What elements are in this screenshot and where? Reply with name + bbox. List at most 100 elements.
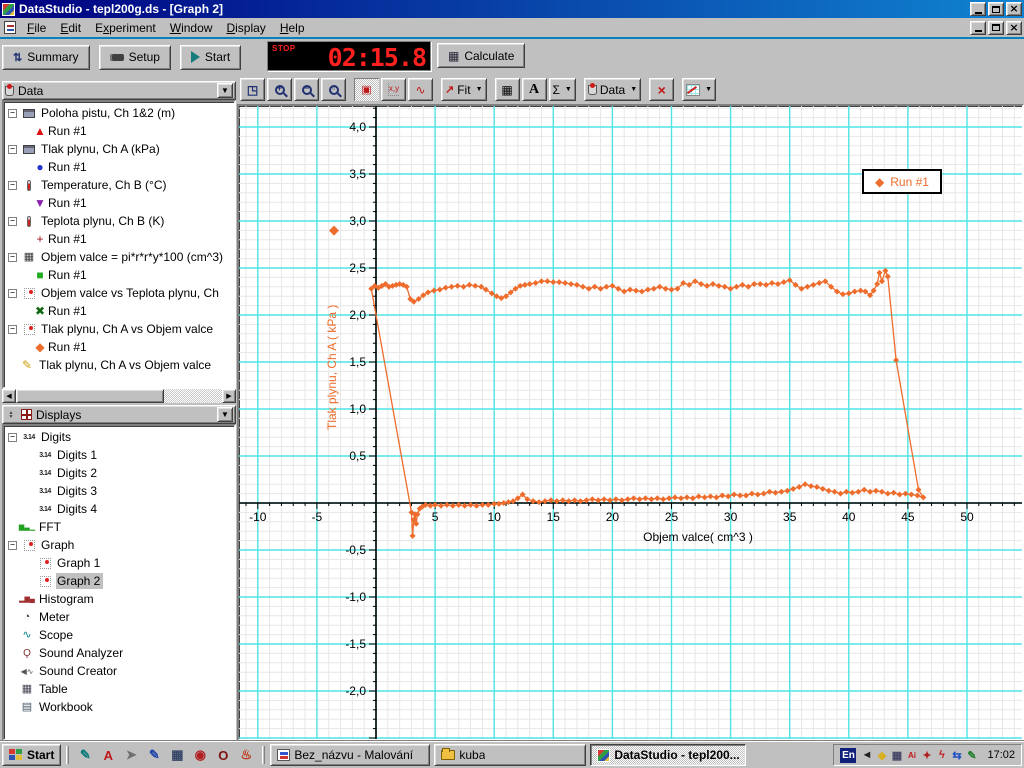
graph-settings-button[interactable]: ▼	[682, 78, 717, 101]
display-item-digits[interactable]: −3.14 Digits	[4, 428, 234, 446]
data-item-4[interactable]: − ▦ Objem valce = pi*r*r*y*100 (cm^3)	[4, 248, 234, 266]
app-minimize-button[interactable]	[970, 2, 986, 16]
menu-item-experiment[interactable]: Experiment	[88, 19, 163, 37]
tree-expander[interactable]: −	[8, 288, 17, 298]
quick-launch-pen-icon[interactable]: ✎	[143, 745, 165, 765]
datastudio-app-icon[interactable]	[2, 2, 15, 16]
display-item-fft[interactable]: ▆▃▁ FFT	[4, 518, 234, 536]
data-item-6[interactable]: − Tlak plynu, Ch A vs Objem valce	[4, 320, 234, 338]
display-item-histogram[interactable]: ▂▆▄ Histogram	[4, 590, 234, 608]
quick-launch-flame-icon[interactable]: ♨	[235, 745, 257, 765]
tray-display-icon[interactable]: ▦	[889, 747, 904, 763]
data-item-7[interactable]: ✎ Tlak plynu, Ch A vs Objem valce	[4, 356, 234, 374]
data-item-3[interactable]: − Teplota plynu, Ch B (K)	[4, 212, 234, 230]
x-axis-title[interactable]: Objem valce( cm^3 )	[635, 530, 761, 544]
data-menu-button[interactable]: Data ▼	[583, 78, 642, 101]
menu-item-window[interactable]: Window	[163, 19, 220, 37]
app-close-button[interactable]: ×	[1006, 2, 1022, 16]
display-item-graph-2[interactable]: Graph 2	[4, 572, 234, 590]
displays-panel-dropdown-button[interactable]: ▼	[217, 407, 233, 422]
slope-tool-button[interactable]: x,y	[381, 78, 406, 101]
task-button-folder[interactable]: kuba	[434, 744, 587, 766]
scale-to-fit-button[interactable]: ◳	[240, 78, 265, 101]
data-item-6-run[interactable]: ◆ Run #1	[4, 338, 234, 356]
calculate-button[interactable]: ▦ Calculate	[437, 43, 526, 68]
data-panel-header[interactable]: Data ▼	[2, 81, 236, 100]
tray-volume-icon[interactable]: ◄	[859, 747, 874, 763]
scroll-right-button[interactable]: ▶	[222, 389, 236, 403]
display-item-meter[interactable]: ◔ Meter	[4, 608, 234, 626]
tree-expander[interactable]: −	[8, 144, 17, 154]
statistics-menu-button[interactable]: Σ ▼	[548, 78, 576, 101]
display-item-table[interactable]: ▦ Table	[4, 680, 234, 698]
data-item-5[interactable]: − Objem valce vs Teplota plynu, Ch	[4, 284, 234, 302]
tree-expander[interactable]: −	[8, 432, 17, 442]
app-restore-button[interactable]	[988, 2, 1004, 16]
quick-launch-mail-icon[interactable]: ➤	[120, 745, 142, 765]
tree-expander[interactable]: −	[8, 108, 17, 118]
tree-expander[interactable]: −	[8, 252, 17, 262]
fit-menu-button[interactable]: ↗ Fit ▼	[441, 78, 487, 101]
menu-item-help[interactable]: Help	[273, 19, 312, 37]
y-axis-title[interactable]: Tlak plynu, Ch A ( kPa )	[325, 240, 341, 495]
graph-window-icon[interactable]	[4, 21, 16, 34]
quick-launch-calculator-icon[interactable]: ▦	[166, 745, 188, 765]
data-item-4-run[interactable]: ■ Run #1	[4, 266, 234, 284]
quick-launch-opera-icon[interactable]: O	[212, 745, 234, 765]
tree-expander[interactable]: −	[8, 324, 17, 334]
quick-launch-dragon-icon[interactable]: ◉	[189, 745, 211, 765]
smart-tool-button[interactable]: ▣	[354, 78, 379, 101]
data-item-3-run[interactable]: + Run #1	[4, 230, 234, 248]
display-item-sound-creator[interactable]: ◀∿ Sound Creator	[4, 662, 234, 680]
data-panel-dropdown-button[interactable]: ▼	[217, 83, 233, 98]
tray-power-icon[interactable]: ϟ	[934, 747, 949, 763]
display-item-graph[interactable]: − Graph	[4, 536, 234, 554]
menu-item-display[interactable]: Display	[219, 19, 272, 37]
start-menu-button[interactable]: Start	[2, 744, 62, 766]
delete-button[interactable]: ×	[649, 78, 675, 101]
child-minimize-button[interactable]	[970, 20, 986, 35]
language-indicator[interactable]: En	[840, 747, 857, 763]
data-item-2[interactable]: − Temperature, Ch B (°C)	[4, 176, 234, 194]
setup-button[interactable]: Setup	[98, 44, 171, 70]
start-button[interactable]: Start	[179, 44, 242, 70]
graph-canvas[interactable]: -10 -5 5 10 15 20 25 30 35 40 45 50 4,0 3,5 3,0 2,5 2,0 1…	[239, 106, 1022, 739]
menu-item-edit[interactable]: Edit	[53, 19, 88, 37]
displays-panel-header[interactable]: ▲ ▼ Displays ▼	[2, 405, 236, 424]
quick-launch-desktop-icon[interactable]: ✎	[74, 745, 96, 765]
child-close-button[interactable]: ×	[1006, 20, 1022, 35]
tray-agent-icon[interactable]: ✦	[919, 747, 934, 763]
display-item-scope[interactable]: ∿ Scope	[4, 626, 234, 644]
data-item-2-run[interactable]: ▼ Run #1	[4, 194, 234, 212]
task-button-paint[interactable]: Bez_názvu - Malování	[270, 744, 431, 766]
scroll-thumb[interactable]	[16, 389, 164, 403]
data-item-0[interactable]: − Poloha pistu, Ch 1&2 (m)	[4, 104, 234, 122]
plot-area[interactable]: -10 -5 5 10 15 20 25 30 35 40 45 50 4,0 3,5 3,0 2,5 2,0 1…	[237, 104, 1024, 741]
data-horizontal-scrollbar[interactable]: ◀ ▶	[2, 389, 236, 403]
summary-button[interactable]: ⇅ Summary	[2, 44, 90, 70]
tangent-tool-button[interactable]: ∿	[408, 78, 433, 101]
display-item-workbook[interactable]: ▤ Workbook	[4, 698, 234, 716]
tray-ati-icon[interactable]: Ai	[904, 747, 919, 763]
data-item-0-run[interactable]: ▲ Run #1	[4, 122, 234, 140]
legend[interactable]: ◆ Run #1	[862, 169, 942, 194]
display-item-digits-2[interactable]: 3.14 Digits 2	[4, 464, 234, 482]
data-item-1-run[interactable]: ● Run #1	[4, 158, 234, 176]
scroll-left-button[interactable]: ◀	[2, 389, 16, 403]
panel-sort-control[interactable]: ▲ ▼	[5, 410, 17, 419]
calculator-tool-button[interactable]: ▦	[494, 78, 520, 101]
display-item-digits-3[interactable]: 3.14 Digits 3	[4, 482, 234, 500]
tree-expander[interactable]: −	[8, 216, 17, 226]
data-item-5-run[interactable]: ✖ Run #1	[4, 302, 234, 320]
zoom-in-button[interactable]: +	[267, 78, 292, 101]
child-restore-button[interactable]	[988, 20, 1004, 35]
quick-launch-acrobat-icon[interactable]: A	[97, 745, 119, 765]
tray-pen-icon[interactable]: ✎	[964, 747, 979, 763]
zoom-select-button[interactable]: ▫	[321, 78, 346, 101]
menu-item-file[interactable]: File	[20, 19, 53, 37]
tray-update-icon[interactable]: ⇆	[949, 747, 964, 763]
data-item-1[interactable]: − Tlak plynu, Ch A (kPa)	[4, 140, 234, 158]
display-item-sound-analyzer[interactable]: Ϙ Sound Analyzer	[4, 644, 234, 662]
task-button-datastudio[interactable]: DataStudio - tepl200...	[590, 744, 747, 766]
display-item-digits-1[interactable]: 3.14 Digits 1	[4, 446, 234, 464]
